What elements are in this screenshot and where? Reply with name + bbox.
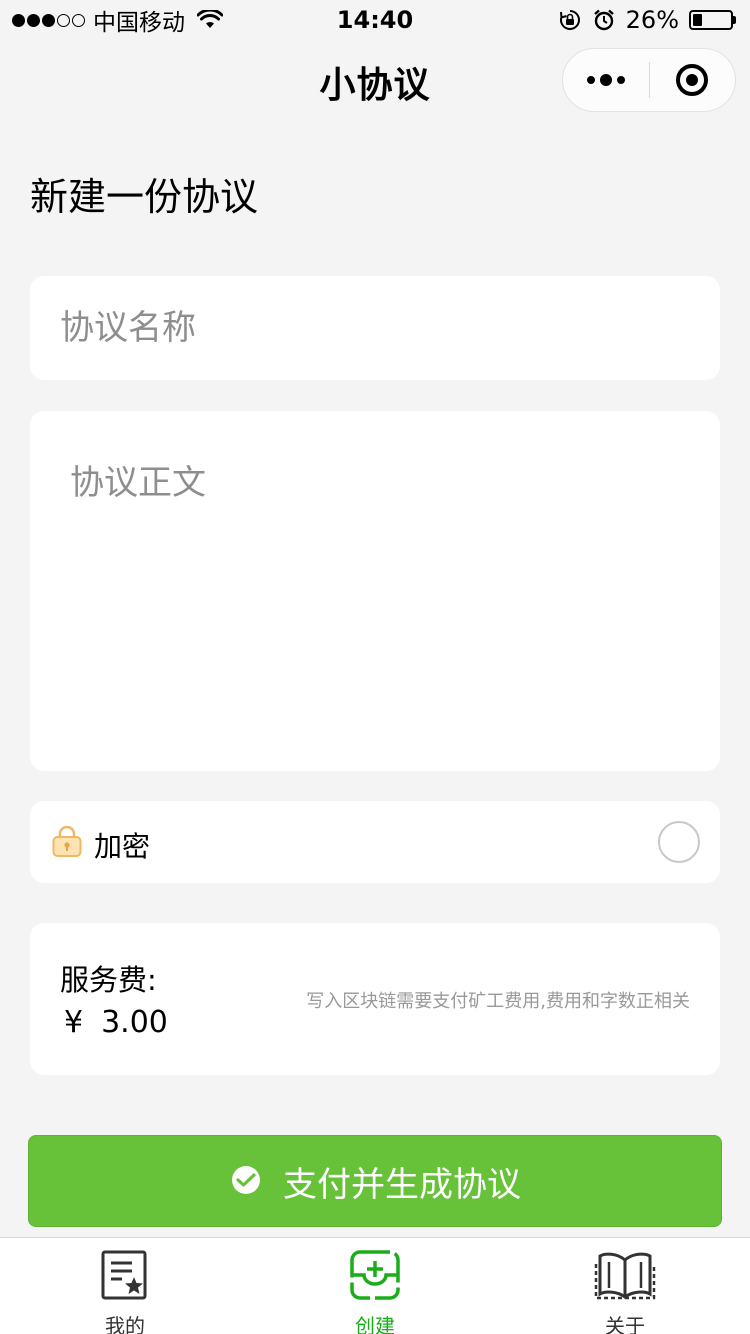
battery-percent: 26%	[625, 6, 679, 34]
alarm-icon	[592, 8, 616, 32]
book-icon	[594, 1252, 656, 1300]
encrypt-label: 加密	[94, 830, 151, 863]
status-bar: 中国移动 14:40 26%	[0, 0, 750, 40]
fee-label: 服务费:	[60, 963, 157, 997]
mini-program-capsule	[562, 48, 736, 112]
currency-symbol: ¥	[64, 1005, 84, 1040]
fee-amount: ¥ 3.00	[64, 1005, 168, 1040]
add-box-icon	[350, 1250, 400, 1300]
tab-mine[interactable]: 我的	[0, 1238, 250, 1334]
agreement-body-input[interactable]	[70, 455, 690, 745]
encrypt-row[interactable]: 加密	[30, 801, 720, 883]
agreement-name-card	[30, 276, 720, 380]
tab-label: 关于	[605, 1314, 645, 1334]
fee-note: 写入区块链需要支付矿工费用,费用和字数正相关	[306, 991, 690, 1012]
tab-about[interactable]: 关于	[500, 1238, 750, 1334]
tab-create[interactable]: 创建	[250, 1238, 500, 1334]
pay-button-label: 支付并生成协议	[283, 1164, 521, 1205]
wechat-pay-icon	[232, 1166, 260, 1194]
more-dots-icon[interactable]	[563, 49, 649, 111]
agreement-name-input[interactable]	[60, 276, 690, 380]
fee-value: 3.00	[101, 1005, 168, 1040]
battery-icon	[689, 10, 736, 30]
target-close-icon[interactable]	[650, 49, 735, 111]
rotation-lock-icon	[558, 8, 582, 32]
document-star-icon	[101, 1250, 147, 1300]
tab-label: 创建	[355, 1314, 395, 1334]
form-heading: 新建一份协议	[30, 175, 259, 219]
status-right: 26%	[558, 6, 736, 34]
tab-bar: 我的 创建 关于	[0, 1237, 750, 1334]
encrypt-radio[interactable]	[658, 821, 700, 863]
service-fee-card: 服务费: ¥ 3.00 写入区块链需要支付矿工费用,费用和字数正相关	[30, 923, 720, 1075]
agreement-body-card	[30, 411, 720, 771]
pay-and-create-button[interactable]: 支付并生成协议	[28, 1135, 722, 1227]
lock-icon	[52, 826, 82, 857]
tab-label: 我的	[105, 1314, 145, 1334]
